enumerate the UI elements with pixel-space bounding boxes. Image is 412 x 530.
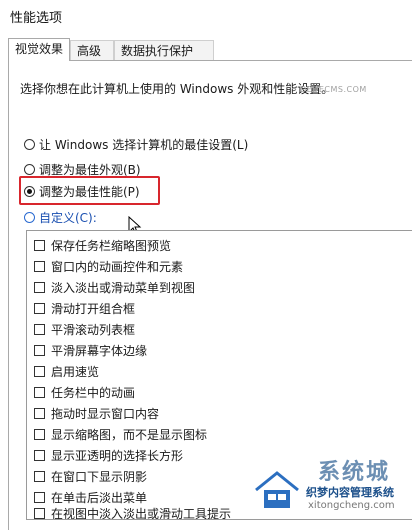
list-item-label: 启用速览	[51, 364, 100, 379]
watermark-subtitle: 织梦内容管理系统	[306, 486, 394, 499]
list-item[interactable]: 平滑屏幕字体边缘	[34, 341, 147, 359]
list-item[interactable]: 平滑滚动列表框	[34, 320, 135, 338]
list-item-label: 保存任务栏缩略图预览	[51, 238, 172, 253]
list-item-label: 显示亚透明的选择长方形	[51, 448, 184, 463]
highlight-box	[19, 176, 160, 205]
list-item-label: 在窗口下显示阴影	[51, 469, 148, 484]
list-item[interactable]: 淡入淡出或滑动菜单到视图	[34, 278, 195, 296]
checkbox-icon[interactable]	[34, 507, 45, 519]
list-item-label: 淡入淡出或滑动菜单到视图	[51, 280, 196, 295]
list-item[interactable]: 启用速览	[34, 362, 99, 380]
radio-icon[interactable]	[24, 138, 35, 150]
list-item[interactable]: 显示亚透明的选择长方形	[34, 446, 183, 464]
list-item-label: 平滑屏幕字体边缘	[51, 343, 148, 358]
option-let-windows-choose[interactable]: 让 Windows 选择计算机的最佳设置(L)	[24, 135, 248, 153]
watermark-brand: 系统城	[318, 460, 391, 485]
list-item-label: 显示缩略图，而不是显示图标	[51, 427, 208, 442]
checkbox-icon[interactable]	[34, 365, 45, 377]
watermark-url: xitongcheng.com	[308, 500, 395, 511]
list-item[interactable]: 滑动打开组合框	[34, 299, 135, 317]
tab-advanced[interactable]: 高级	[70, 40, 114, 60]
checkbox-icon[interactable]	[34, 449, 45, 461]
checkbox-icon[interactable]	[34, 323, 45, 335]
list-item[interactable]: 在窗口下显示阴影	[34, 467, 147, 485]
list-item-label: 拖动时显示窗口内容	[51, 406, 160, 421]
checkbox-icon[interactable]	[34, 470, 45, 482]
tab-data-execution-prevention[interactable]: 数据执行保护	[114, 40, 214, 60]
checkbox-icon[interactable]	[34, 491, 45, 503]
checkbox-icon[interactable]	[34, 407, 45, 419]
list-item[interactable]: 在视图中淡入淡出或滑动工具提示	[34, 504, 232, 520]
list-item[interactable]: 窗口内的动画控件和元素	[34, 257, 183, 275]
list-item-label: 在视图中淡入淡出或滑动工具提示	[51, 506, 232, 520]
radio-icon[interactable]	[24, 163, 35, 175]
radio-icon[interactable]	[24, 211, 35, 223]
list-item-label: 窗口内的动画控件和元素	[51, 259, 184, 274]
list-item[interactable]: 拖动时显示窗口内容	[34, 404, 159, 422]
checkbox-icon[interactable]	[34, 239, 45, 251]
checkbox-icon[interactable]	[34, 260, 45, 272]
checkbox-icon[interactable]	[34, 344, 45, 356]
checkbox-icon[interactable]	[34, 428, 45, 440]
checkbox-icon[interactable]	[34, 386, 45, 398]
site-watermark: 系统城 织梦内容管理系统 xitongcheng.com	[248, 458, 408, 516]
option-label: 自定义(C):	[39, 210, 97, 225]
list-item[interactable]: 保存任务栏缩略图预览	[34, 236, 171, 254]
window-title: 性能选项	[10, 11, 63, 26]
list-item[interactable]: 任务栏中的动画	[34, 383, 135, 401]
checkbox-icon[interactable]	[34, 302, 45, 314]
list-item[interactable]: 显示缩略图，而不是显示图标	[34, 425, 207, 443]
list-item-label: 滑动打开组合框	[51, 301, 136, 316]
watermark-domain: DEDECMS.COM	[300, 85, 367, 94]
list-item-label: 任务栏中的动画	[51, 385, 136, 400]
list-item-label: 在单击后淡出菜单	[51, 490, 148, 505]
list-item-label: 平滑滚动列表框	[51, 322, 136, 337]
option-label: 调整为最佳外观(B)	[39, 162, 141, 177]
option-label: 让 Windows 选择计算机的最佳设置(L)	[39, 137, 249, 152]
option-custom[interactable]: 自定义(C):	[24, 208, 97, 226]
house-logo-icon	[255, 471, 299, 508]
checkbox-icon[interactable]	[34, 281, 45, 293]
description-text: 选择你想在此计算机上使用的 Windows 外观和性能设置。	[20, 82, 334, 96]
title-bar: 性能选项	[0, 0, 412, 30]
tab-visual-effects[interactable]: 视觉效果	[8, 38, 70, 61]
